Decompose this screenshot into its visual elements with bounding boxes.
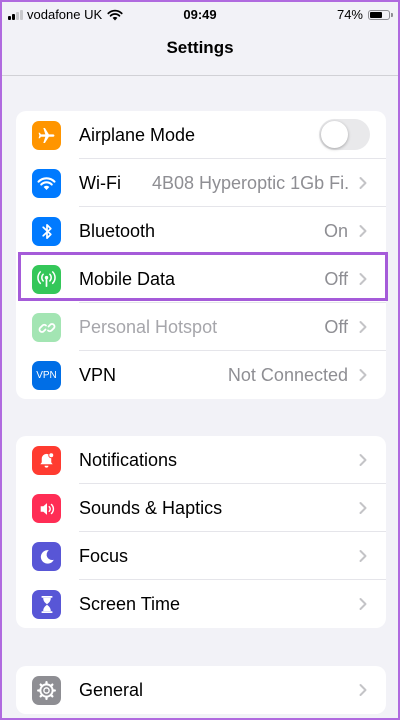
chevron-right-icon	[359, 225, 367, 237]
mobile-data-status: Off	[324, 269, 348, 289]
row-label: Airplane Mode	[79, 125, 196, 145]
antenna-icon	[32, 265, 61, 294]
row-wifi[interactable]: Wi-Fi 4B08 Hyperoptic 1Gb Fi...	[16, 159, 386, 207]
nav-divider	[2, 75, 398, 76]
chevron-right-icon	[359, 321, 367, 333]
hotspot-link-icon	[32, 313, 61, 342]
airplane-mode-toggle[interactable]	[319, 119, 370, 150]
chevron-right-icon	[359, 598, 367, 610]
row-label: VPN	[79, 365, 117, 385]
vpn-icon: VPN	[32, 361, 61, 390]
wifi-network-name: 4B08 Hyperoptic 1Gb Fi...	[152, 173, 348, 193]
vpn-status: Not Connected	[227, 365, 348, 385]
row-personal-hotspot[interactable]: Personal Hotspot Off	[16, 303, 386, 351]
airplane-icon	[32, 121, 61, 150]
notifications-group: Notifications Sounds & Haptics Focus Scr…	[16, 436, 386, 628]
status-right: 74%	[336, 7, 393, 22]
row-label: Focus	[79, 546, 129, 566]
row-label: Bluetooth	[79, 221, 156, 241]
chevron-right-icon	[359, 550, 367, 562]
row-label: Screen Time	[79, 594, 181, 614]
chevron-right-icon	[359, 369, 367, 381]
bell-icon	[32, 446, 61, 475]
row-label: General	[79, 680, 144, 700]
moon-icon	[32, 542, 61, 571]
row-mobile-data[interactable]: Mobile Data Off	[16, 255, 386, 303]
row-vpn[interactable]: VPN VPN Not Connected	[16, 351, 386, 399]
row-sounds-haptics[interactable]: Sounds & Haptics	[16, 484, 386, 532]
row-label: Mobile Data	[79, 269, 176, 289]
battery-level	[370, 11, 382, 18]
battery-percent: 74%	[336, 7, 363, 22]
battery-icon	[368, 9, 393, 20]
hourglass-icon	[32, 590, 61, 619]
row-general[interactable]: General	[16, 666, 386, 714]
hotspot-status: Off	[324, 317, 348, 337]
page-title: Settings	[166, 38, 234, 57]
row-screen-time[interactable]: Screen Time	[16, 580, 386, 628]
chevron-right-icon	[359, 684, 367, 696]
row-label: Sounds & Haptics	[79, 498, 223, 518]
row-notifications[interactable]: Notifications	[16, 436, 386, 484]
gear-icon	[32, 676, 61, 705]
bluetooth-status: On	[323, 221, 348, 241]
row-bluetooth[interactable]: Bluetooth On	[16, 207, 386, 255]
wifi-icon	[32, 169, 61, 198]
bluetooth-icon	[32, 217, 61, 246]
general-group: General	[16, 666, 386, 714]
toggle-knob	[321, 121, 348, 148]
chevron-right-icon	[359, 502, 367, 514]
chevron-right-icon	[359, 454, 367, 466]
row-airplane-mode[interactable]: Airplane Mode	[16, 111, 386, 159]
row-label: Notifications	[79, 450, 178, 470]
row-label: Wi-Fi	[79, 173, 121, 193]
vpn-icon-text: VPN	[36, 370, 57, 381]
connectivity-group: Airplane Mode Wi-Fi 4B08 Hyperoptic 1Gb …	[16, 111, 386, 399]
row-focus[interactable]: Focus	[16, 532, 386, 580]
chevron-right-icon	[359, 177, 367, 189]
chevron-right-icon	[359, 273, 367, 285]
speaker-icon	[32, 494, 61, 523]
row-label: Personal Hotspot	[79, 317, 218, 337]
status-bar: vodafone UK 09:49 74%	[2, 2, 398, 28]
